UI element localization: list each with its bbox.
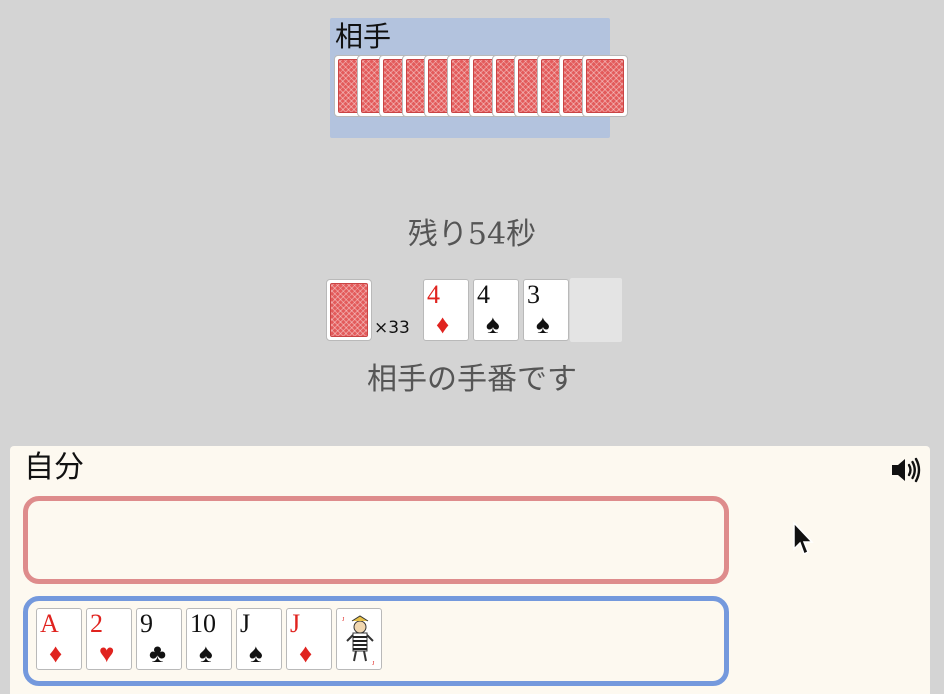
hand-card[interactable]: 9 ♣: [136, 608, 182, 670]
hand-card[interactable]: J ♠: [236, 608, 282, 670]
card-suit: ♥: [99, 639, 115, 668]
player-area: 自分 A ♦ 2 ♥ 9 ♣ 10 ♠ J ♠ J ♦ J J: [10, 446, 930, 694]
turn-message: 相手の手番です: [367, 362, 577, 397]
deck-count: ×33: [374, 318, 410, 338]
hand-card[interactable]: 10 ♠: [186, 608, 232, 670]
card-rank: 4: [477, 280, 490, 309]
card-suit: ♠: [486, 310, 500, 339]
card-suit: ♠: [249, 639, 263, 668]
hand-card[interactable]: 2 ♥: [86, 608, 132, 670]
card-suit: ♦: [49, 639, 63, 668]
speaker-icon[interactable]: [890, 456, 922, 484]
card-rank: J: [290, 609, 301, 638]
table-card[interactable]: 3 ♠: [523, 279, 569, 341]
player-hand: A ♦ 2 ♥ 9 ♣ 10 ♠ J ♠ J ♦ J J: [36, 608, 716, 672]
hand-card[interactable]: A ♦: [36, 608, 82, 670]
timer-text: 残り54秒: [407, 217, 537, 252]
card-rank: 9: [140, 609, 153, 638]
card-rank: 3: [527, 280, 540, 309]
table-card[interactable]: 4 ♠: [473, 279, 519, 341]
card-rank: 10: [190, 609, 216, 638]
svg-text:J: J: [342, 617, 345, 623]
player-label: 自分: [24, 450, 84, 485]
opponent-card-back: [581, 55, 628, 117]
card-rank: J: [240, 609, 251, 638]
card-suit: ♦: [299, 639, 313, 668]
joker-icon: JJ: [342, 615, 375, 667]
empty-card-slot: [570, 278, 622, 342]
hand-card[interactable]: J ♦: [286, 608, 332, 670]
card-suit: ♣: [149, 639, 167, 668]
card-rank: 2: [90, 609, 103, 638]
draw-pile[interactable]: [326, 279, 372, 341]
hand-zone: A ♦ 2 ♥ 9 ♣ 10 ♠ J ♠ J ♦ J J: [23, 596, 729, 686]
joker-card[interactable]: JJ: [336, 608, 382, 670]
card-suit: ♠: [536, 310, 550, 339]
cursor-icon: [792, 521, 814, 557]
card-rank: 4: [427, 280, 440, 309]
svg-text:J: J: [372, 661, 375, 667]
table-card[interactable]: 4 ♦: [423, 279, 469, 341]
play-zone[interactable]: [23, 496, 729, 584]
opponent-label: 相手: [335, 20, 392, 53]
card-suit: ♠: [199, 639, 213, 668]
card-suit: ♦: [436, 310, 450, 339]
opponent-area: 相手: [330, 18, 628, 138]
opponent-hand: [334, 55, 628, 117]
card-rank: A: [40, 609, 59, 638]
